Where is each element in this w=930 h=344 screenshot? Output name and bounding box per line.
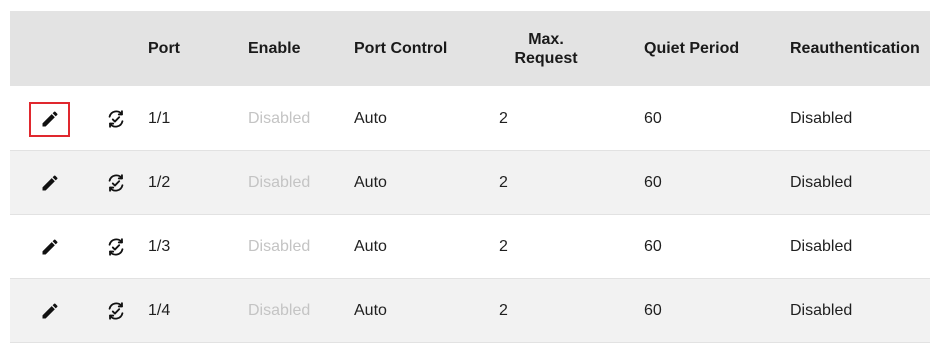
sync-button[interactable]: [96, 151, 136, 214]
header-reauthentication[interactable]: Reauthentication: [790, 11, 920, 86]
cell-max-request: 2: [499, 237, 508, 255]
pencil-icon: [40, 237, 60, 257]
table-row: 1/1 Disabled Auto 2 60 Disabled: [10, 87, 930, 151]
cell-quiet-period: 60: [644, 109, 662, 127]
cell-reauthentication: Disabled: [790, 237, 853, 255]
cell-reauthentication: Disabled: [790, 173, 853, 191]
edit-button[interactable]: [30, 87, 70, 150]
cell-reauthentication: Disabled: [790, 301, 853, 319]
header-max-request-line2: Request: [514, 49, 578, 67]
cell-quiet-period: 60: [644, 173, 662, 191]
sync-button[interactable]: [96, 279, 136, 342]
cell-port-control: Auto: [354, 301, 387, 319]
header-port-control[interactable]: Port Control: [354, 11, 447, 86]
table-row: 1/2 Disabled Auto 2 60 Disabled: [10, 151, 930, 215]
cell-enable: Disabled: [248, 109, 311, 127]
cell-enable: Disabled: [248, 173, 311, 191]
cell-port: 1/3: [148, 237, 171, 255]
cell-enable: Disabled: [248, 237, 311, 255]
header-port[interactable]: Port: [148, 11, 180, 86]
edit-button[interactable]: [30, 279, 70, 342]
pencil-icon: [40, 109, 60, 129]
cell-max-request: 2: [499, 301, 508, 319]
sync-check-icon: [105, 172, 127, 194]
edit-button[interactable]: [30, 151, 70, 214]
header-quiet-period[interactable]: Quiet Period: [644, 11, 739, 86]
port-auth-table: Port Enable Port Control Max. Request Qu…: [10, 11, 930, 344]
header-max-request-line1: Max.: [528, 30, 564, 48]
table-header: Port Enable Port Control Max. Request Qu…: [10, 11, 930, 86]
cell-max-request: 2: [499, 109, 508, 127]
sync-button[interactable]: [96, 215, 136, 278]
cell-port-control: Auto: [354, 237, 387, 255]
pencil-icon: [40, 173, 60, 193]
table-row: 1/3 Disabled Auto 2 60 Disabled: [10, 215, 930, 279]
cell-quiet-period: 60: [644, 237, 662, 255]
sync-check-icon: [105, 300, 127, 322]
cell-reauthentication: Disabled: [790, 109, 853, 127]
header-enable[interactable]: Enable: [248, 11, 300, 86]
cell-port-control: Auto: [354, 173, 387, 191]
cell-enable: Disabled: [248, 301, 311, 319]
sync-button[interactable]: [96, 87, 136, 150]
cell-port: 1/1: [148, 109, 171, 127]
cell-port-control: Auto: [354, 109, 387, 127]
header-max-request[interactable]: Max. Request: [490, 11, 602, 86]
cell-max-request: 2: [499, 173, 508, 191]
pencil-icon: [40, 301, 60, 321]
sync-check-icon: [105, 236, 127, 258]
edit-button[interactable]: [30, 215, 70, 278]
cell-quiet-period: 60: [644, 301, 662, 319]
cell-port: 1/2: [148, 173, 171, 191]
cell-port: 1/4: [148, 301, 171, 319]
sync-check-icon: [105, 108, 127, 130]
table-row: 1/4 Disabled Auto 2 60 Disabled: [10, 279, 930, 343]
